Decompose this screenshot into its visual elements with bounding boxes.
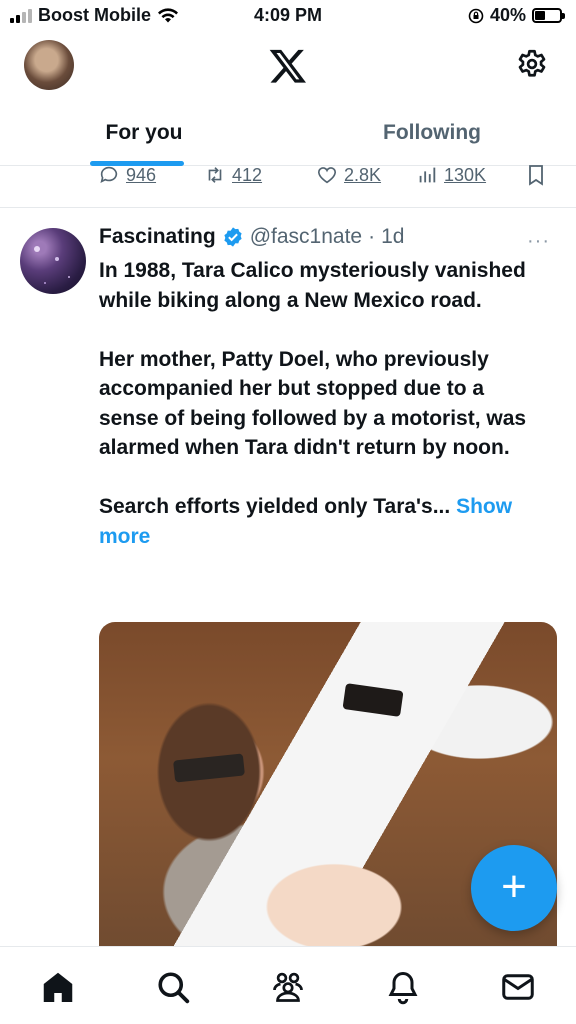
repost-button[interactable]: 412: [204, 164, 316, 186]
tweet-timestamp[interactable]: 1d: [381, 225, 404, 249]
verified-badge-icon: [224, 227, 242, 247]
analytics-icon: [419, 167, 436, 183]
tweet-paragraph-text: Search efforts yielded only Tara's...: [99, 495, 451, 518]
previous-tweet-actions: 946 412 2.8K 130K: [0, 160, 576, 190]
tweet-paragraph: In 1988, Tara Calico mysteriously vanish…: [99, 259, 526, 312]
profile-avatar[interactable]: [24, 40, 74, 90]
bookmark-icon[interactable]: [524, 163, 548, 187]
home-icon[interactable]: [40, 969, 76, 1005]
messages-icon[interactable]: [500, 969, 536, 1005]
tweet-divider: [0, 207, 576, 208]
search-icon[interactable]: [155, 969, 191, 1005]
x-logo-icon[interactable]: [267, 46, 309, 86]
status-right: 40%: [468, 5, 565, 26]
reply-icon: [100, 166, 118, 183]
photo-detail: [173, 753, 245, 783]
separator-dot: ·: [368, 225, 376, 248]
repost-icon: [208, 167, 222, 183]
author-avatar[interactable]: [20, 228, 86, 294]
reply-button[interactable]: 946: [98, 164, 204, 186]
bottom-nav: [0, 946, 576, 1024]
status-bar: Boost Mobile 4:09 PM 40%: [0, 0, 576, 34]
photo-detail: [342, 683, 404, 717]
timeline-tabs: For you Following: [0, 106, 576, 166]
author-handle[interactable]: @fasc1nate: [250, 225, 362, 249]
views-count: 130K: [444, 164, 487, 185]
battery-icon: [532, 8, 565, 23]
repost-count: 412: [232, 164, 263, 185]
gear-icon[interactable]: [514, 46, 550, 82]
notifications-icon[interactable]: [385, 969, 421, 1005]
author-name[interactable]: Fascinating: [99, 225, 216, 249]
communities-icon[interactable]: [270, 969, 306, 1005]
like-button[interactable]: 2.8K: [316, 164, 416, 186]
tweet-paragraph: Search efforts yielded only Tara's... Sh…: [99, 492, 549, 551]
tab-following[interactable]: Following: [288, 106, 576, 165]
tweet-text: In 1988, Tara Calico mysteriously vanish…: [99, 256, 549, 581]
tab-for-you-label: For you: [105, 121, 183, 144]
top-header: [0, 34, 576, 98]
battery-fill: [535, 11, 545, 20]
battery-percent: 40%: [489, 5, 526, 25]
tweet-header: Fascinating @fasc1nate · 1d: [99, 225, 404, 249]
orientation-lock-icon: [468, 8, 484, 23]
compose-button[interactable]: +: [471, 845, 557, 931]
more-options-icon[interactable]: ···: [527, 230, 550, 253]
tab-following-label: Following: [383, 121, 481, 144]
reply-count: 946: [126, 164, 157, 185]
tab-for-you[interactable]: For you: [0, 106, 288, 165]
views-button[interactable]: 130K: [416, 164, 524, 186]
like-count: 2.8K: [344, 164, 382, 185]
heart-icon: [317, 167, 337, 184]
tweet-paragraph: Her mother, Patty Doel, who previously a…: [99, 347, 527, 460]
